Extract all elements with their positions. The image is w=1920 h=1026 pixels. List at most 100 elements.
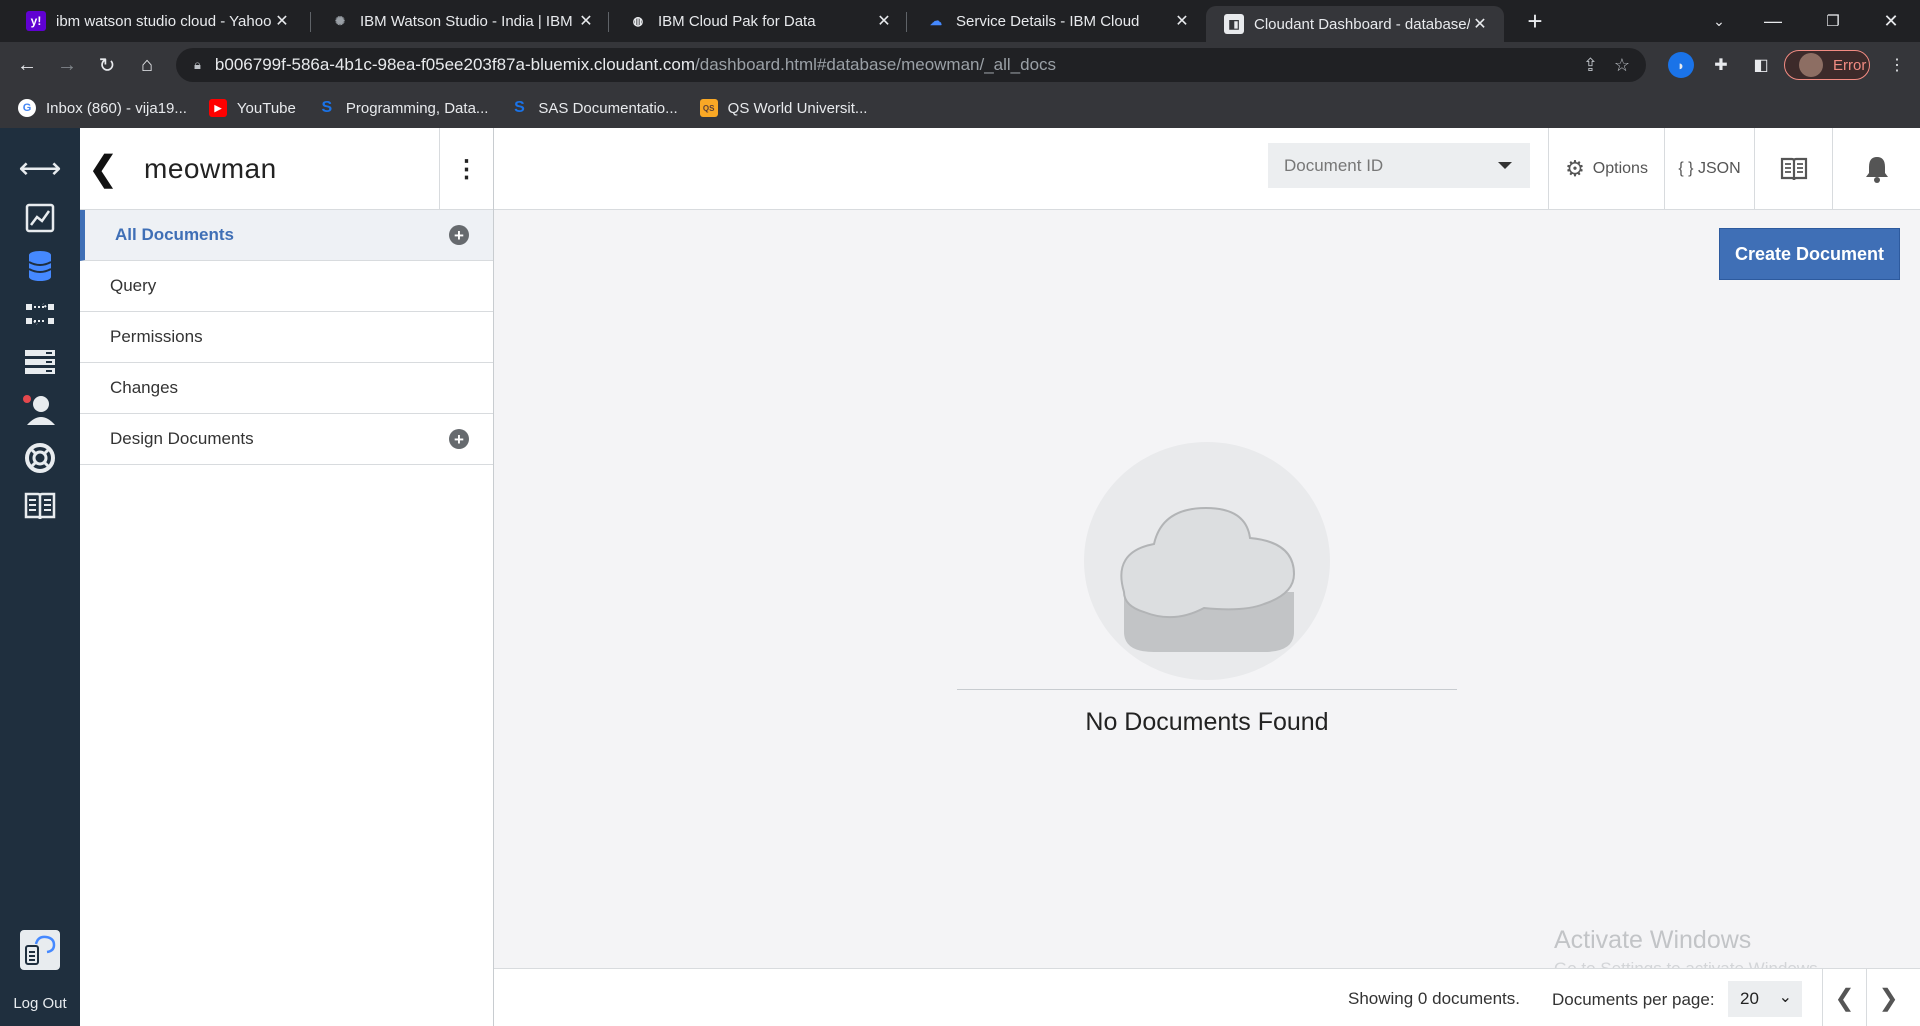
forward-arrow-icon[interactable]: → <box>52 50 82 80</box>
json-view-button[interactable]: { } JSON <box>1664 128 1754 210</box>
previous-page-button[interactable]: ❮ <box>1822 969 1866 1026</box>
lock-icon: 🔒︎ <box>194 57 201 72</box>
url-path: /dashboard.html#database/meowman/_all_do… <box>695 55 1057 74</box>
windows-watermark-title: Activate Windows <box>1554 926 1752 954</box>
bookmark-youtube[interactable]: ▶ YouTube <box>208 99 296 117</box>
cloudpak-icon: ◍ <box>632 14 644 28</box>
bookmarks-bar: G Inbox (860) - vija19... ▶ YouTube S Pr… <box>0 88 1920 128</box>
empty-state-message: No Documents Found <box>1085 708 1329 736</box>
sidebar-item-all-documents[interactable]: All Documents + <box>80 210 493 261</box>
book-icon <box>1780 157 1807 181</box>
bookmark-qs[interactable]: QS QS World Universit... <box>699 99 868 117</box>
sidebar-item-query[interactable]: Query <box>80 261 493 312</box>
extension-icon[interactable]: ◗ <box>1668 52 1694 78</box>
bookmark-star-icon[interactable]: ☆ <box>1614 55 1630 76</box>
tab-cloud-pak[interactable]: ◍ IBM Cloud Pak for Data ✕ <box>610 0 908 42</box>
app-nav-rail: ⟷ Log Out <box>0 128 80 1026</box>
close-tab-icon[interactable]: ✕ <box>1172 11 1192 31</box>
documents-main: Create Document No Documents Found <box>494 210 1920 968</box>
sidebar-item-permissions[interactable]: Permissions <box>80 312 493 363</box>
document-id-select[interactable]: Document ID <box>1268 143 1530 188</box>
home-icon[interactable]: ⌂ <box>132 50 162 80</box>
bookmark-label: QS World Universit... <box>727 99 868 117</box>
tab-search-icon[interactable]: ⌄ <box>1692 0 1746 42</box>
tab-title: ibm watson studio cloud - Yahoo <box>56 12 272 30</box>
share-icon[interactable]: ⇪ <box>1583 55 1598 76</box>
divider <box>957 689 1457 690</box>
qs-icon: QS <box>699 99 718 117</box>
options-button[interactable]: ⚙ Options <box>1548 128 1664 210</box>
side-panel-icon[interactable]: ◧ <box>1748 52 1774 78</box>
tab-service-details[interactable]: ☁ Service Details - IBM Cloud ✕ <box>908 0 1206 42</box>
reload-icon[interactable]: ↻ <box>92 50 122 80</box>
bookmark-label: Inbox (860) - vija19... <box>46 99 187 117</box>
close-tab-icon[interactable]: ✕ <box>1470 14 1490 34</box>
databases-icon[interactable] <box>20 246 60 286</box>
support-chat-icon[interactable] <box>20 930 60 970</box>
close-tab-icon[interactable]: ✕ <box>272 11 292 31</box>
docs-book-button[interactable] <box>1754 128 1832 210</box>
next-page-button[interactable]: ❯ <box>1866 969 1910 1026</box>
active-tasks-icon[interactable] <box>20 342 60 382</box>
per-page-label: Documents per page: <box>1552 990 1715 1009</box>
bookmark-label: YouTube <box>236 99 296 117</box>
bookmark-programming[interactable]: S Programming, Data... <box>318 99 489 117</box>
replication-icon[interactable] <box>20 294 60 334</box>
tab-title: IBM Watson Studio - India | IBM <box>360 12 573 30</box>
sidebar-item-label: Query <box>110 276 157 295</box>
s-logo-icon: S <box>321 99 333 116</box>
restore-icon[interactable]: ❐ <box>1806 0 1860 42</box>
per-page-select[interactable]: 20 ⌄ <box>1728 981 1802 1017</box>
minimize-icon[interactable]: — <box>1746 0 1800 42</box>
bookmark-inbox[interactable]: G Inbox (860) - vija19... <box>18 99 187 117</box>
bookmark-label: SAS Documentatio... <box>538 99 678 117</box>
log-out-link[interactable]: Log Out <box>0 995 80 1012</box>
tab-watson-studio[interactable]: ✺ IBM Watson Studio - India | IBM ✕ <box>312 0 610 42</box>
profile-status: Error <box>1833 56 1867 74</box>
sidebar-item-design-documents[interactable]: Design Documents + <box>80 414 493 465</box>
tab-title: Cloudant Dashboard - database/ <box>1254 15 1470 33</box>
browser-menu-icon[interactable]: ⋮ <box>1884 52 1910 78</box>
pagination-footer: Showing 0 documents. Documents per page:… <box>494 968 1920 1026</box>
notifications-button[interactable] <box>1832 128 1920 210</box>
close-tab-icon[interactable]: ✕ <box>874 11 894 31</box>
close-window-icon[interactable]: ✕ <box>1864 0 1918 42</box>
back-arrow-icon[interactable]: ← <box>12 50 42 80</box>
cloudant-icon: ◧ <box>1224 14 1244 34</box>
bookmark-sas[interactable]: S SAS Documentatio... <box>510 99 678 117</box>
chevron-down-icon: ⌄ <box>1778 989 1792 1006</box>
sidebar-item-label: Permissions <box>110 327 203 346</box>
close-tab-icon[interactable]: ✕ <box>576 11 596 31</box>
tab-cloudant-dashboard[interactable]: ◧ Cloudant Dashboard - database/ ✕ <box>1206 6 1504 42</box>
documents-count: Showing 0 documents. <box>1348 989 1520 1008</box>
new-tab-button[interactable]: + <box>1508 0 1562 42</box>
tab-yahoo-search[interactable]: y! ibm watson studio cloud - Yahoo ✕ <box>8 0 306 42</box>
tab-title: IBM Cloud Pak for Data <box>658 12 816 30</box>
documentation-book-icon[interactable] <box>20 486 60 526</box>
support-lifebuoy-icon[interactable] <box>20 438 60 478</box>
bell-icon <box>1865 157 1888 183</box>
database-cloud-icon <box>1120 506 1296 652</box>
yahoo-icon: y! <box>26 11 46 31</box>
gears-icon: ⚙ <box>1565 156 1585 181</box>
sidebar-item-changes[interactable]: Changes <box>80 363 493 414</box>
empty-state-illustration <box>1084 442 1330 680</box>
tab-title: Service Details - IBM Cloud <box>956 12 1140 30</box>
add-document-plus-icon[interactable]: + <box>449 225 469 245</box>
sidebar-item-label: Changes <box>110 378 179 397</box>
tab-separator <box>310 12 311 32</box>
database-options-menu-icon[interactable]: ⋮ <box>439 128 493 210</box>
create-document-button[interactable]: Create Document <box>1719 228 1900 280</box>
profile-error-button[interactable]: Error <box>1784 50 1870 80</box>
account-user-icon[interactable] <box>20 390 60 430</box>
add-design-doc-plus-icon[interactable]: + <box>449 429 469 449</box>
browser-toolbar: ← → ↻ ⌂ 🔒︎ b006799f-586a-4b1c-98ea-f05ee… <box>0 42 1920 88</box>
document-id-placeholder: Document ID <box>1284 155 1384 175</box>
url-host: b006799f-586a-4b1c-98ea-f05ee203f87a-blu… <box>214 55 696 74</box>
expand-collapse-icon[interactable]: ⟷ <box>19 148 62 188</box>
database-sidebar: ❮ meowman ⋮ All Documents + Query Permis… <box>80 128 494 1026</box>
address-bar[interactable]: 🔒︎ b006799f-586a-4b1c-98ea-f05ee203f87a-… <box>176 48 1646 82</box>
back-chevron-icon[interactable]: ❮ <box>80 128 126 210</box>
monitoring-chart-icon[interactable] <box>20 198 60 238</box>
extensions-puzzle-icon[interactable]: ✚ <box>1708 52 1734 78</box>
